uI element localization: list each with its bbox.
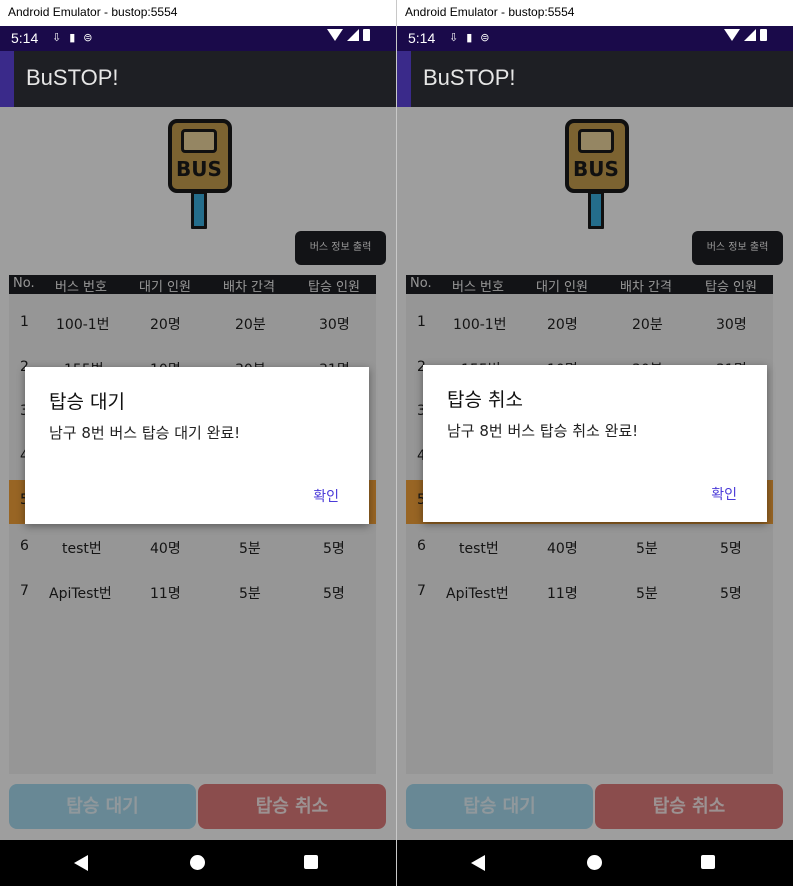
dialog-ok-button[interactable]: 확인 (711, 484, 737, 504)
status-bar: 5:14 ⇩▮⊜ (0, 26, 396, 51)
system-icons (724, 29, 767, 41)
app-title: BuSTOP! (423, 65, 516, 90)
battery-icon (363, 29, 370, 41)
home-icon[interactable] (190, 855, 205, 870)
wifi-icon (724, 29, 740, 41)
signal-icon (744, 29, 756, 41)
nav-bar (397, 840, 793, 886)
back-icon[interactable] (74, 855, 88, 871)
dialog-title: 탑승 대기 (49, 391, 125, 413)
status-time: 5:14 (408, 30, 436, 46)
emulator-window: Android Emulator - bustop:5554 5:14 ⇩▮⊜ … (397, 0, 793, 886)
notification-icons: ⇩▮⊜ (52, 31, 101, 44)
app-bar-accent (397, 51, 411, 107)
back-icon[interactable] (471, 855, 485, 871)
notification-icons: ⇩▮⊜ (449, 31, 498, 44)
nav-bar (0, 840, 396, 886)
battery-icon (760, 29, 767, 41)
window-titlebar: Android Emulator - bustop:5554 (0, 0, 396, 26)
emulator-window: Android Emulator - bustop:5554 5:14 ⇩▮⊜ … (0, 0, 396, 886)
home-icon[interactable] (587, 855, 602, 870)
wifi-icon (327, 29, 343, 41)
dialog-ok-button[interactable]: 확인 (313, 486, 339, 506)
app-bar: BuSTOP! (397, 51, 793, 107)
alert-dialog: 탑승 취소 남구 8번 버스 탑승 취소 완료! 확인 (423, 365, 767, 522)
system-icons (327, 29, 370, 41)
alert-dialog: 탑승 대기 남구 8번 버스 탑승 대기 완료! 확인 (25, 367, 369, 524)
status-bar: 5:14 ⇩▮⊜ (397, 26, 793, 51)
recent-apps-icon[interactable] (304, 855, 318, 869)
status-time: 5:14 (11, 30, 39, 46)
dialog-message: 남구 8번 버스 탑승 대기 완료! (49, 424, 241, 442)
app-title: BuSTOP! (26, 65, 119, 90)
signal-icon (347, 29, 359, 41)
recent-apps-icon[interactable] (701, 855, 715, 869)
app-bar-accent (0, 51, 14, 107)
window-titlebar: Android Emulator - bustop:5554 (397, 0, 793, 26)
dialog-title: 탑승 취소 (447, 389, 523, 411)
app-bar: BuSTOP! (0, 51, 396, 107)
dialog-message: 남구 8번 버스 탑승 취소 완료! (447, 422, 639, 440)
